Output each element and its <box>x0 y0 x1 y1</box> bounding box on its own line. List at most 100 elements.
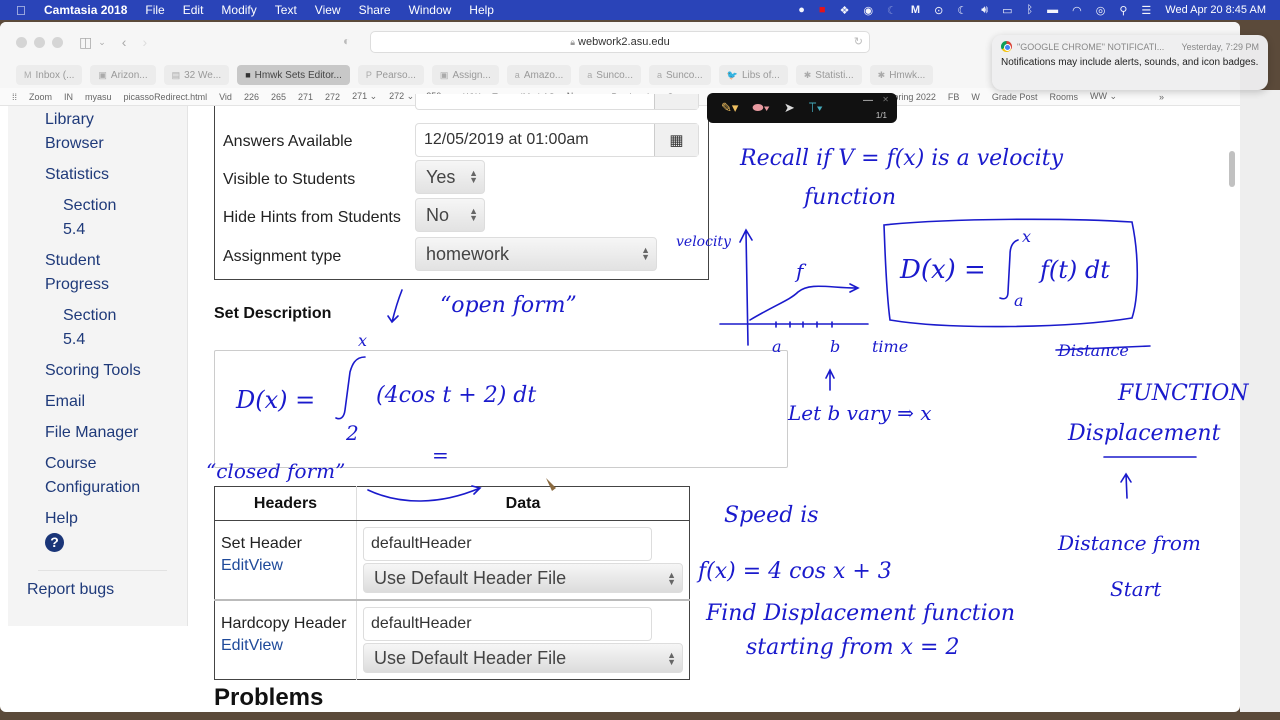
clock[interactable]: Wed Apr 20 8:45 AM <box>1165 4 1266 16</box>
sidebar-item-statistics[interactable]: Statistics <box>8 163 187 187</box>
moon-app-icon[interactable]: ☾ <box>887 4 897 17</box>
dropbox-icon[interactable]: ❖ <box>840 4 850 17</box>
hide-hints-select[interactable]: No ▲ ▼ <box>415 198 485 232</box>
bookmark[interactable]: 265 <box>271 92 286 102</box>
pointer-tool-icon[interactable]: ➤ <box>784 100 795 116</box>
minimize-toolbar-icon[interactable]: — <box>863 95 873 106</box>
sidebar-item-email[interactable]: Email <box>8 390 187 414</box>
close-toolbar-icon[interactable]: ✕ <box>882 95 889 104</box>
menu-view[interactable]: View <box>315 3 341 17</box>
menu-help[interactable]: Help <box>469 3 494 17</box>
bookmark[interactable]: 271 <box>298 92 313 102</box>
sidebar-item-progress-section[interactable]: 5.4 <box>8 328 187 352</box>
tab-amazon[interactable]: a Amazo... <box>506 65 572 85</box>
url-bar[interactable]: 🔒︎ webwork2.asu.edu ↻ <box>370 31 870 53</box>
apps-grid-icon[interactable]: ⁞⁞ <box>12 92 17 102</box>
tab-pearson[interactable]: P Pearso... <box>357 65 424 85</box>
assignment-type-select[interactable]: homework ▲ ▼ <box>415 237 657 271</box>
answers-available-value[interactable]: 12/05/2019 at 01:00am <box>416 131 654 149</box>
set-header-select[interactable]: Use Default Header File ▲ ▼ <box>363 563 683 593</box>
stop-icon[interactable]: ■ <box>819 4 826 16</box>
menu-share[interactable]: Share <box>359 3 391 17</box>
highlighter-tool-icon[interactable]: ⟙▾ <box>809 100 823 116</box>
play-icon[interactable]: ⊙ <box>934 4 943 17</box>
menu-edit[interactable]: Edit <box>183 3 204 17</box>
hardcopy-header-select[interactable]: Use Default Header File ▲ ▼ <box>363 643 683 673</box>
menu-file[interactable]: File <box>145 3 164 17</box>
scrollbar-thumb[interactable] <box>1229 151 1235 187</box>
record-icon[interactable]: ● <box>798 4 805 16</box>
bookmark-folder[interactable]: 271 ⌄ <box>352 91 377 102</box>
tab-hmwk-sets-editor[interactable]: ■ Hmwk Sets Editor... <box>237 65 350 85</box>
bookmark[interactable]: 272 <box>325 92 340 102</box>
bookmark[interactable]: picassoRedirect.html <box>124 92 208 102</box>
sidebar-toggle-icon[interactable]: ◫ <box>79 34 92 51</box>
bookmark[interactable]: Zoom <box>29 92 52 102</box>
volume-icon[interactable]: 🔊︎ <box>981 4 988 17</box>
set-header-input[interactable]: defaultHeader <box>363 527 652 561</box>
apple-menu-icon[interactable]:  <box>16 3 30 18</box>
tab-inbox[interactable]: M Inbox (... <box>16 65 83 85</box>
forward-icon[interactable]: › <box>142 34 147 50</box>
answers-available-field[interactable]: 12/05/2019 at 01:00am ▦ <box>415 123 699 157</box>
chrome-notification[interactable]: "GOOGLE CHROME" NOTIFICATI... Yesterday,… <box>992 35 1268 90</box>
privacy-shield-icon[interactable]: ◐ <box>343 34 350 48</box>
previous-date-field[interactable] <box>415 94 699 110</box>
visible-to-students-select[interactable]: Yes ▲ ▼ <box>415 160 485 194</box>
malwarebytes-icon[interactable]: M <box>911 4 920 16</box>
wifi-icon[interactable]: ◠ <box>1072 4 1082 17</box>
sidebar-item-student-progress[interactable]: Progress <box>8 273 187 297</box>
page-scrollbar[interactable] <box>1226 126 1238 686</box>
bookmark[interactable]: Grade Post <box>992 92 1038 102</box>
battery-icon[interactable]: ▬ <box>1047 4 1058 16</box>
sidebar-item-course-configuration[interactable]: Configuration <box>8 476 187 500</box>
app-menu[interactable]: Camtasia 2018 <box>44 3 127 17</box>
tab-libs-of[interactable]: 🐦 Libs of... <box>718 65 788 85</box>
minimize-window-button[interactable] <box>34 36 45 48</box>
sidebar-item-statistics-section[interactable]: Section <box>8 194 187 218</box>
tab-hmwk[interactable]: ✱ Hmwk... <box>869 65 934 85</box>
set-header-editview-link[interactable]: EditView <box>221 557 350 575</box>
help-question-icon[interactable]: ? <box>45 533 64 552</box>
bookmark[interactable]: myasu <box>85 92 112 102</box>
sidebar-item-library-browser[interactable]: Browser <box>8 132 187 156</box>
pen-tool-icon[interactable]: ✎▾ <box>721 100 738 116</box>
sidebar-item-course-configuration[interactable]: Course <box>8 452 187 476</box>
tab-assign[interactable]: ▣ Assign... <box>431 65 499 85</box>
tab-sunco-2[interactable]: a Sunco... <box>649 65 711 85</box>
close-window-button[interactable] <box>16 36 27 48</box>
tab-statistics[interactable]: ✱ Statisti... <box>795 65 862 85</box>
reload-icon[interactable]: ↻ <box>854 32 863 52</box>
sidebar-item-help[interactable]: Help <box>8 507 187 531</box>
calendar-icon[interactable]: ▦ <box>654 124 698 156</box>
tab-32-we[interactable]: ▤ 32 We... <box>163 65 230 85</box>
bookmark-folder[interactable]: 272 ⌄ <box>389 91 414 102</box>
more-bookmarks-icon[interactable]: » <box>1159 92 1164 102</box>
sidebar-item-scoring-tools[interactable]: Scoring Tools <box>8 359 187 383</box>
menu-text[interactable]: Text <box>275 3 297 17</box>
sidebar-item-library-browser[interactable]: Library <box>8 108 187 132</box>
tab-sunco-1[interactable]: a Sunco... <box>579 65 641 85</box>
display-icon[interactable]: ▭ <box>1002 4 1012 17</box>
sidebar-item-file-manager[interactable]: File Manager <box>8 421 187 445</box>
sidebar-item-student-progress[interactable]: Student <box>8 249 187 273</box>
tab-arizona[interactable]: ▣ Arizon... <box>90 65 156 85</box>
back-icon[interactable]: ‹ <box>122 34 127 50</box>
camtasia-recorder-icon[interactable]: ◉ <box>863 4 873 17</box>
hardcopy-header-editview-link[interactable]: EditView <box>221 637 350 655</box>
menu-window[interactable]: Window <box>409 3 452 17</box>
bookmark[interactable]: Vid <box>219 92 232 102</box>
eraser-tool-icon[interactable]: ⬬▾ <box>752 100 769 116</box>
set-description-textarea[interactable] <box>214 350 788 468</box>
user-icon[interactable]: ◎ <box>1096 4 1106 17</box>
menu-modify[interactable]: Modify <box>221 3 256 17</box>
report-bugs-link[interactable]: Report bugs <box>8 581 114 598</box>
sidebar-item-statistics-section[interactable]: 5.4 <box>8 218 187 242</box>
control-center-icon[interactable]: ☰ <box>1141 4 1151 17</box>
sidebar-item-progress-section[interactable]: Section <box>8 304 187 328</box>
bookmark[interactable]: W <box>971 92 980 102</box>
bookmark[interactable]: FB <box>948 92 960 102</box>
night-shift-icon[interactable]: ☾ <box>957 4 967 17</box>
hardcopy-header-input[interactable]: defaultHeader <box>363 607 652 641</box>
spotlight-icon[interactable]: ⚲ <box>1119 4 1127 17</box>
